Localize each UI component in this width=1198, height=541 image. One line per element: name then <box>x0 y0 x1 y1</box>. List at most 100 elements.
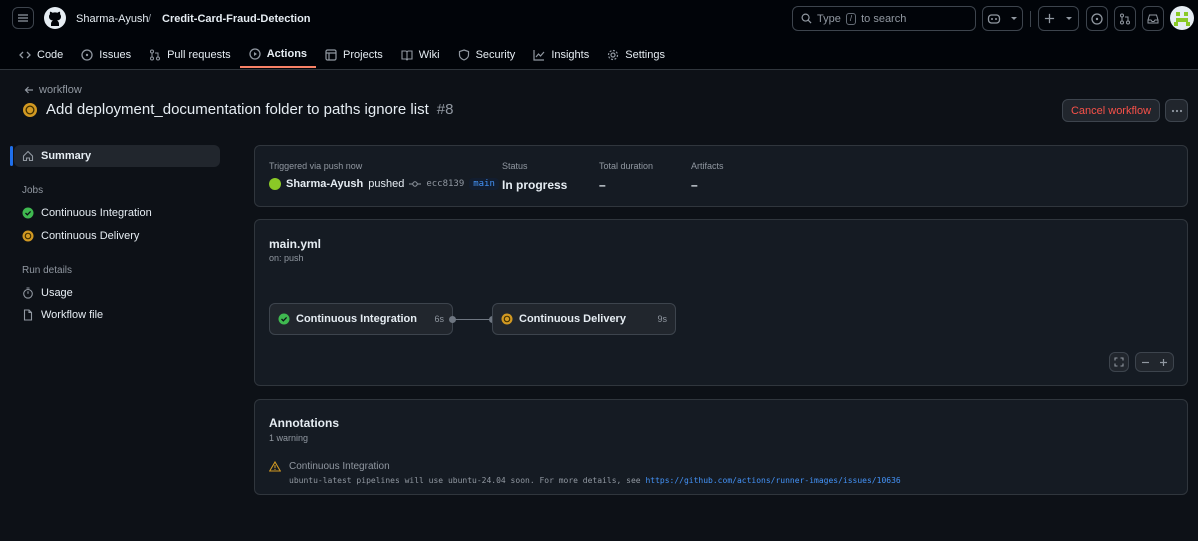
repo-owner-link[interactable]: Sharma-Ayush <box>76 12 149 26</box>
workflow-graph-panel: main.yml on: push Continuous Integration… <box>254 219 1188 386</box>
github-logo-icon[interactable] <box>44 7 66 29</box>
file-icon <box>23 309 33 321</box>
tab-label: Projects <box>343 49 383 61</box>
avatar[interactable] <box>1170 6 1194 30</box>
copilot-icon <box>988 13 1001 24</box>
artifacts-value: – <box>691 178 698 192</box>
sidebar-item-continuous-integration[interactable]: Continuous Integration <box>14 202 220 224</box>
search-icon <box>801 13 812 24</box>
tab-label: Wiki <box>418 49 440 61</box>
user-avatar[interactable] <box>269 178 281 190</box>
chevron-down-icon <box>1066 16 1072 20</box>
pull-request-icon <box>1120 13 1130 24</box>
annotations-title: Annotations <box>269 416 339 430</box>
breadcrumb-separator: / <box>148 13 152 25</box>
job-node-duration: 9s <box>657 314 667 324</box>
jobs-heading: Jobs <box>22 185 44 196</box>
zoom-out-button[interactable] <box>1136 353 1155 371</box>
push-action-text: pushed <box>368 178 405 190</box>
tab-insights[interactable]: Insights <box>524 42 598 68</box>
trigger-info: Sharma-Ayush pushed ecc8139 main <box>269 178 499 190</box>
tab-label: Insights <box>551 49 590 61</box>
sidebar-item-label: Continuous Integration <box>41 207 152 219</box>
duration-value: – <box>599 178 606 192</box>
gear-icon <box>608 49 619 61</box>
sidebar-item-label: Usage <box>41 287 73 299</box>
tab-label: Pull requests <box>167 49 231 61</box>
run-title: Add deployment_documentation folder to p… <box>46 101 429 118</box>
tab-security[interactable]: Security <box>449 42 525 68</box>
sidebar-item-label: Workflow file <box>41 309 104 321</box>
sidebar-item-continuous-delivery[interactable]: Continuous Delivery <box>14 225 220 247</box>
copilot-button[interactable] <box>982 6 1023 31</box>
summary-panel: Triggered via push now Sharma-Ayush push… <box>254 145 1188 207</box>
pull-requests-button[interactable] <box>1114 6 1136 31</box>
header-divider <box>1030 11 1031 27</box>
tab-label: Code <box>37 49 64 61</box>
fullscreen-button[interactable] <box>1109 352 1129 372</box>
pull-request-icon <box>150 49 161 61</box>
graph-icon <box>533 50 545 61</box>
menu-button[interactable] <box>12 7 34 29</box>
stopwatch-icon <box>23 287 33 299</box>
alert-icon <box>269 461 281 472</box>
job-node-continuous-integration[interactable]: Continuous Integration 6s <box>269 303 453 335</box>
issue-icon <box>1091 12 1103 25</box>
repo-tabs: Code Issues Pull requests Actions Projec… <box>10 42 674 70</box>
status-value: In progress <box>502 178 568 192</box>
minus-icon <box>1141 361 1149 363</box>
job-node-label: Continuous Integration <box>296 313 417 325</box>
commit-sha-link[interactable]: ecc8139 <box>426 179 464 189</box>
zoom-in-button[interactable] <box>1155 353 1174 371</box>
tab-actions[interactable]: Actions <box>239 42 317 68</box>
tab-wiki[interactable]: Wiki <box>392 42 449 68</box>
plus-icon <box>1160 358 1168 366</box>
connector-line <box>455 319 491 320</box>
sidebar-item-label: Summary <box>41 150 92 162</box>
search-prefix: Type <box>817 12 841 25</box>
tab-settings[interactable]: Settings <box>598 42 674 68</box>
more-options-button[interactable] <box>1165 99 1188 122</box>
workflow-trigger: on: push <box>269 253 304 263</box>
sidebar-item-workflow-file[interactable]: Workflow file <box>14 304 220 326</box>
search-input[interactable]: Type / to search <box>792 6 976 31</box>
annotations-count: 1 warning <box>269 433 309 443</box>
table-icon <box>325 49 337 61</box>
shield-icon <box>458 49 469 61</box>
tab-pull-requests[interactable]: Pull requests <box>140 42 240 68</box>
annotation-link[interactable]: https://github.com/actions/runner-images… <box>645 476 900 485</box>
inbox-icon <box>1147 14 1159 23</box>
tab-projects[interactable]: Projects <box>316 42 392 68</box>
create-new-button[interactable] <box>1038 6 1079 31</box>
in-progress-icon <box>22 230 34 242</box>
check-circle-icon <box>22 207 34 219</box>
cancel-workflow-button[interactable]: Cancel workflow <box>1062 99 1160 122</box>
code-icon <box>19 51 31 59</box>
tab-code[interactable]: Code <box>10 42 72 68</box>
hamburger-icon <box>18 14 28 22</box>
annotation-job-name[interactable]: Continuous Integration <box>289 461 390 472</box>
home-icon <box>22 150 34 162</box>
chevron-down-icon <box>1010 16 1017 20</box>
inbox-button[interactable] <box>1142 6 1164 31</box>
sidebar-item-usage[interactable]: Usage <box>14 282 220 304</box>
in-progress-icon <box>501 313 513 325</box>
repo-name-link[interactable]: Credit-Card-Fraud-Detection <box>162 12 311 26</box>
issues-button[interactable] <box>1086 6 1108 31</box>
back-link[interactable]: workflow <box>24 84 82 96</box>
job-node-continuous-delivery[interactable]: Continuous Delivery 9s <box>492 303 676 335</box>
job-node-label: Continuous Delivery <box>519 313 626 325</box>
tab-issues[interactable]: Issues <box>72 42 140 68</box>
user-link[interactable]: Sharma-Ayush <box>286 178 363 190</box>
annotation-message: ubuntu-latest pipelines will use ubuntu-… <box>289 476 901 485</box>
in-progress-icon <box>23 102 37 117</box>
plus-icon <box>1044 13 1055 24</box>
annotation-message-text: ubuntu-latest pipelines will use ubuntu-… <box>289 476 641 485</box>
screen-full-icon <box>1114 357 1124 367</box>
book-icon <box>401 50 413 61</box>
selected-indicator <box>10 146 13 166</box>
branch-badge[interactable]: main <box>469 178 499 190</box>
status-label: Status <box>502 161 528 171</box>
duration-label: Total duration <box>599 161 654 171</box>
sidebar-item-summary[interactable]: Summary <box>14 145 220 167</box>
